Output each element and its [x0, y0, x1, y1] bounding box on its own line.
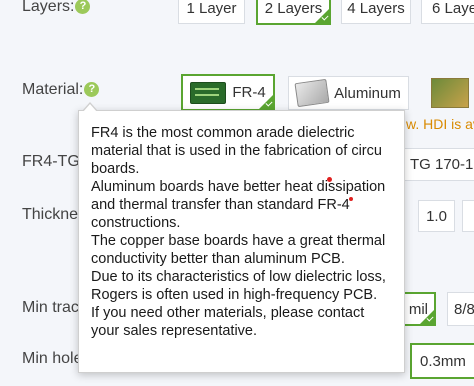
- layer-option-6[interactable]: 6 Layers: [421, 0, 474, 24]
- material-label: Material:?: [22, 81, 100, 99]
- aluminum-board-icon: [294, 78, 330, 108]
- help-icon[interactable]: ?: [84, 82, 100, 98]
- min-track-option-8-8[interactable]: 8/8: [447, 292, 474, 326]
- tooltip-paragraph: The copper base boards have a great ther…: [91, 233, 386, 267]
- check-icon: [258, 94, 273, 109]
- layers-label: Layers:?: [22, 0, 91, 16]
- copper-board-icon[interactable]: [431, 78, 469, 108]
- tooltip-paragraph: Due to its characteristics of low dielec…: [91, 269, 386, 303]
- material-option-fr4-selected[interactable]: FR-4: [181, 74, 275, 111]
- layer-option-2-selected[interactable]: 2 Layers: [256, 0, 331, 25]
- fr4-board-icon: [190, 81, 227, 104]
- red-dot-marker: [327, 177, 332, 182]
- red-dot-marker: [349, 197, 353, 201]
- material-option-aluminum[interactable]: Aluminum: [288, 76, 409, 110]
- layer-option-4[interactable]: 4 Layers: [341, 0, 411, 24]
- layer-option-1[interactable]: 1 Layer: [178, 0, 245, 24]
- hdi-notice: w. HDI is av: [406, 116, 474, 132]
- check-icon: [419, 309, 434, 324]
- min-hole-label: Min hole: [22, 350, 83, 367]
- tg-option-170-180[interactable]: TG 170-180: [404, 148, 474, 181]
- fr4-tg-label: FR4-TG:: [22, 153, 85, 170]
- tooltip-paragraph: FR4 is the most common arade dielectric …: [91, 125, 382, 177]
- thickness-option-next[interactable]: [462, 200, 474, 232]
- check-icon: [314, 8, 329, 23]
- thickness-option-1-0[interactable]: 1.0: [418, 200, 455, 232]
- help-icon[interactable]: ?: [75, 0, 91, 15]
- tooltip-paragraph: If you need other materials, please cont…: [91, 305, 365, 339]
- min-hole-option-0-3mm-selected[interactable]: 0.3mm: [410, 343, 474, 379]
- material-help-tooltip: FR4 is the most common arade dielectric …: [78, 102, 405, 373]
- tooltip-paragraph: Aluminum boards have better heat dissipa…: [91, 179, 386, 231]
